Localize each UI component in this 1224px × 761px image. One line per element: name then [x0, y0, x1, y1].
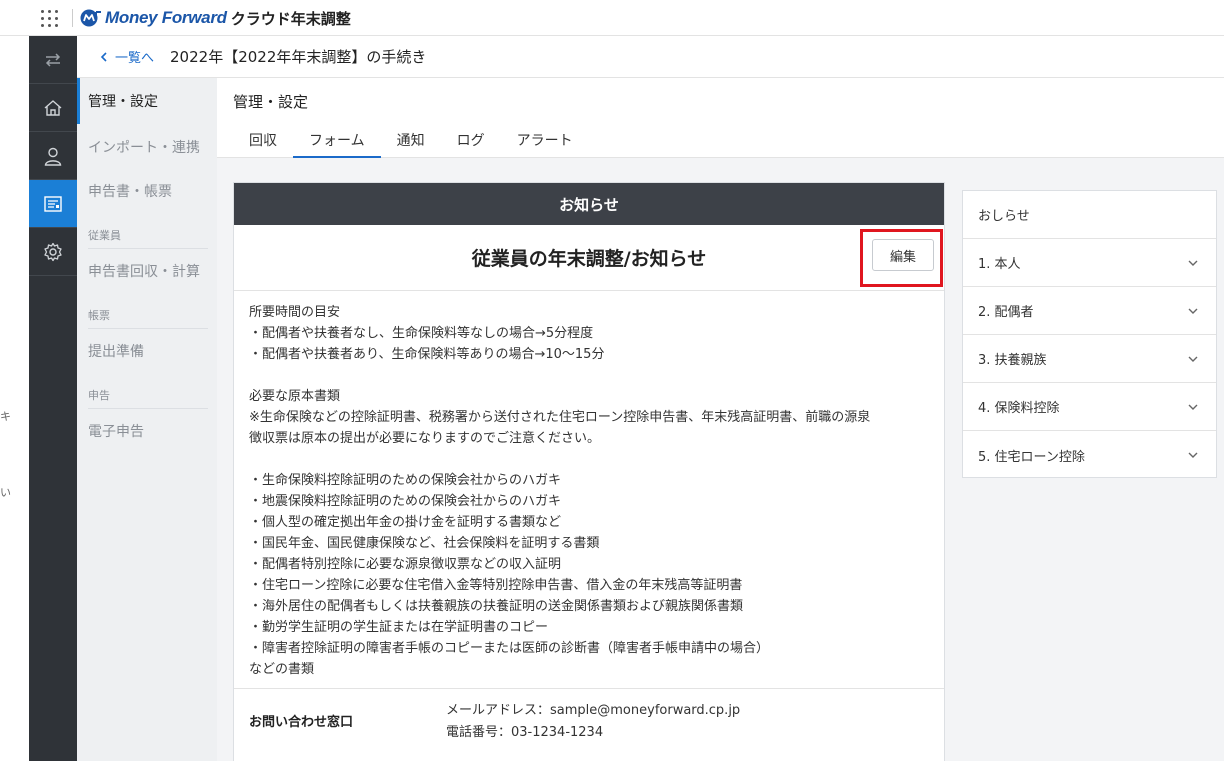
list-item: ・勤労学生証明の学生証または在学証明書のコピー — [249, 620, 549, 635]
outline-item-housing-loan[interactable]: 5. 住宅ローン控除 — [963, 431, 1216, 479]
switch-arrows-icon[interactable] — [29, 36, 77, 84]
outline-item-self[interactable]: 1. 本人 — [963, 239, 1216, 287]
tab-alert[interactable]: アラート — [501, 122, 589, 158]
edit-button[interactable]: 編集 — [872, 239, 934, 271]
notice-title-row: 従業員の年末調整/お知らせ 編集 — [234, 225, 944, 291]
list-item: ・住宅ローン控除に必要な住宅借入金等特別控除申告書、借入金の年末残高等証明書 — [249, 578, 743, 593]
person-icon[interactable] — [29, 132, 77, 180]
outline-item-dependents[interactable]: 3. 扶養親族 — [963, 335, 1216, 383]
outline-item-label: 1. 本人 — [978, 257, 1021, 272]
time-heading: 所要時間の目安 — [249, 305, 341, 320]
sub-navigation: 管理・設定 インポート・連携 申告書・帳票 従業員 申告書回収・計算 帳票 提出… — [77, 78, 217, 761]
subnav-group-ledger: 帳票 — [88, 307, 208, 329]
list-item: ・生命保険料控除証明のための保険会社からのハガキ — [249, 473, 562, 488]
breadcrumb: 一覧へ 2022年【2022年年末調整】の手続き — [77, 36, 1224, 78]
notice-card: お知らせ 従業員の年末調整/お知らせ 編集 所要時間の目安 ・配偶者や扶養者なし… — [233, 182, 945, 761]
tab-collect[interactable]: 回収 — [233, 122, 293, 158]
contact-label: お問い合わせ窓口 — [249, 715, 354, 730]
brand-name: Money Forward — [105, 8, 227, 27]
chevron-down-icon — [1188, 356, 1198, 362]
outline-item-spouse[interactable]: 2. 配偶者 — [963, 287, 1216, 335]
list-item: ・国民年金、国民健康保険など、社会保険料を証明する書類 — [249, 536, 600, 551]
notice-body: 所要時間の目安 ・配偶者や扶養者なし、生命保険料等なしの場合→5分程度 ・配偶者… — [234, 291, 944, 689]
subnav-item-efile[interactable]: 電子申告 — [77, 408, 217, 454]
icon-sidebar — [29, 36, 77, 761]
contact-email: メールアドレス：sample@moneyforward.cp.jp — [446, 703, 741, 718]
subnav-item-import[interactable]: インポート・連携 — [77, 124, 217, 170]
header-divider — [72, 9, 73, 27]
subnav-group-declaration: 申告 — [88, 387, 208, 409]
edge-text: キ — [0, 410, 11, 423]
top-header: Money Forward クラウド年末調整 — [0, 0, 1224, 36]
chevron-down-icon — [1188, 452, 1198, 458]
chevron-left-icon — [100, 51, 107, 62]
tab-notify[interactable]: 通知 — [381, 122, 441, 158]
body-line: ・配偶者や扶養者なし、生命保険料等なしの場合→5分程度 — [249, 326, 594, 341]
background-page-edge: キ い — [0, 36, 29, 761]
outline-item-label: 4. 保険料控除 — [978, 401, 1060, 416]
home-icon[interactable] — [29, 84, 77, 132]
money-forward-logo-icon — [80, 9, 102, 27]
subnav-item-collect[interactable]: 申告書回収・計算 — [77, 248, 217, 294]
outline-item-label: 3. 扶養親族 — [978, 353, 1047, 368]
outline-item-insurance[interactable]: 4. 保険料控除 — [963, 383, 1216, 431]
product-name: クラウド年末調整 — [230, 9, 351, 28]
body-line: などの書類 — [249, 662, 315, 677]
subnav-item-forms[interactable]: 申告書・帳票 — [77, 168, 217, 214]
page-title: 管理・設定 — [233, 93, 309, 111]
list-item: ・障害者控除証明の障害者手帳のコピーまたは医師の診断書（障害者手帳申請中の場合） — [249, 641, 770, 656]
list-item: ・配偶者特別控除に必要な源泉徴収票などの収入証明 — [249, 557, 562, 572]
edge-text: い — [0, 486, 11, 499]
notice-outline-panel: おしらせ 1. 本人 2. 配偶者 3. 扶養親族 4. 保険料控除 5. 住宅… — [962, 190, 1217, 478]
logo[interactable]: Money Forward クラウド年末調整 — [80, 6, 351, 30]
chevron-down-icon — [1188, 404, 1198, 410]
back-link-label: 一覧へ — [115, 51, 155, 66]
body-line: ※生命保険などの控除証明書、税務署から送付された住宅ローン控除申告書、年末残高証… — [249, 410, 871, 425]
outline-item-label: 5. 住宅ローン控除 — [978, 449, 1085, 465]
tab-log[interactable]: ログ — [441, 122, 501, 158]
body-line: ・配偶者や扶養者あり、生命保険料等ありの場合→10〜15分 — [249, 347, 605, 362]
docs-heading: 必要な原本書類 — [249, 389, 341, 404]
list-item: ・海外居住の配偶者もしくは扶養親族の扶養証明の送金関係書類および親族関係書類 — [249, 599, 744, 614]
body-line: 徴収票は原本の提出が必要になりますのでご注意ください。 — [249, 431, 601, 446]
back-to-list-link[interactable]: 一覧へ — [99, 47, 154, 66]
notice-title: 従業員の年末調整/お知らせ — [471, 248, 707, 270]
tab-form[interactable]: フォーム — [293, 122, 381, 158]
procedure-title: 2022年【2022年年末調整】の手続き — [170, 48, 427, 66]
subnav-item-prepare[interactable]: 提出準備 — [77, 328, 217, 374]
page-header: 管理・設定 回収 フォーム 通知 ログ アラート — [217, 78, 1224, 158]
tab-bar: 回収 フォーム 通知 ログ アラート — [233, 122, 589, 158]
contact-section: お問い合わせ窓口 メールアドレス：sample@moneyforward.cp.… — [234, 689, 944, 761]
outline-heading: おしらせ — [963, 191, 1216, 239]
subnav-group-employee: 従業員 — [88, 227, 208, 249]
gear-icon[interactable] — [29, 228, 77, 276]
subnav-item-settings[interactable]: 管理・設定 — [77, 78, 217, 124]
contact-phone: 電話番号：03-1234-1234 — [446, 725, 604, 740]
list-item: ・地震保険料控除証明のための保険会社からのハガキ — [249, 494, 562, 509]
outline-item-label: 2. 配偶者 — [978, 305, 1034, 320]
list-item: ・個人型の確定拠出年金の掛け金を証明する書類など — [249, 515, 562, 530]
chevron-down-icon — [1188, 308, 1198, 314]
chevron-down-icon — [1188, 260, 1198, 266]
app-grid-icon[interactable] — [41, 10, 59, 28]
form-list-icon[interactable] — [29, 180, 77, 228]
notice-card-header: お知らせ — [234, 183, 944, 225]
